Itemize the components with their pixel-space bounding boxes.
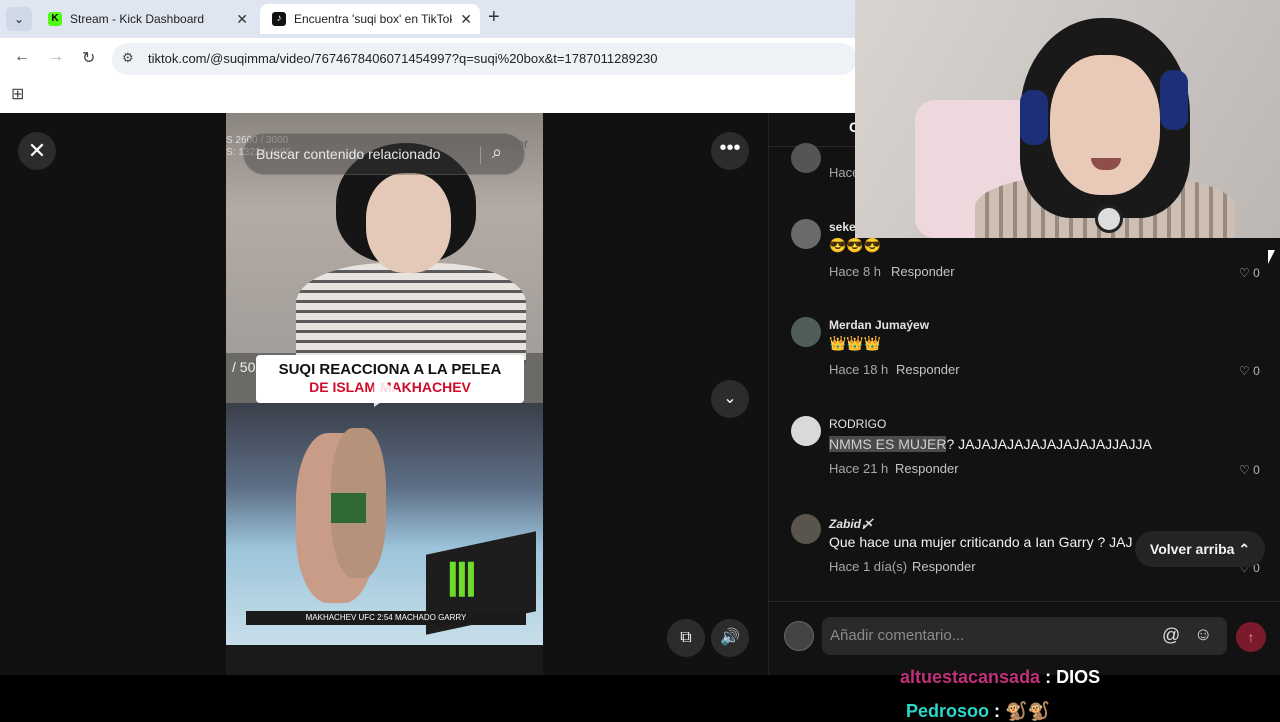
comment-composer[interactable]: Añadir comentario... @ ☺ <box>822 617 1227 655</box>
like-count: 0 <box>1253 463 1260 477</box>
forward-icon[interactable]: → <box>48 48 64 66</box>
comment-author[interactable]: RODRIGO <box>829 417 886 431</box>
nav-bar: ← → ↻ ⚙ tiktok.com/@suqimma/video/767467… <box>0 38 857 80</box>
mouse-cursor-icon <box>1268 250 1275 264</box>
kick-icon: K <box>48 12 62 26</box>
chat-text: : DIOS <box>1045 667 1101 687</box>
back-to-top-label: Volver arriba <box>1149 541 1235 557</box>
url-text[interactable]: tiktok.com/@suqimma/video/76746784060714… <box>148 51 658 66</box>
apps-grid-icon[interactable]: ⊞ <box>11 84 24 104</box>
reload-icon[interactable]: ↻ <box>82 48 95 68</box>
avatar[interactable] <box>791 514 821 544</box>
like-button[interactable]: ♡ 0 <box>1239 364 1260 378</box>
comment-item: Merdan Jumaýew 👑👑👑 Hace 18 h Responder ♡… <box>769 317 1280 407</box>
new-tab-button[interactable]: + <box>488 6 500 29</box>
site-info-icon[interactable]: ⚙ <box>122 50 134 66</box>
volume-icon[interactable]: 🔊 <box>711 619 749 657</box>
tab-title: Stream - Kick Dashboard <box>70 12 205 26</box>
overlay-count: / 50 <box>232 359 256 375</box>
comment-text: NMMS ES MUJER? JAJAJAJAJAJAJAJAJAJJAJJA <box>829 436 1152 452</box>
chat-message: Pedrosoo : 🐒🐒 <box>906 701 1050 722</box>
comment-text-rest: ? JAJAJAJAJAJAJAJAJAJJAJJA <box>946 436 1152 452</box>
overlay-text: no tor <box>495 136 529 151</box>
reply-button[interactable]: Responder <box>895 461 959 476</box>
reply-button[interactable]: Responder <box>891 264 955 279</box>
like-count: 0 <box>1253 364 1260 378</box>
browser-chrome: ⌄ K Stream - Kick Dashboard ✕ ♪ Encuentr… <box>0 0 857 113</box>
comment-time: Hace 18 h <box>829 362 889 377</box>
like-button[interactable]: ♡ 0 <box>1239 266 1260 280</box>
tab-strip: ⌄ K Stream - Kick Dashboard ✕ ♪ Encuentr… <box>0 0 855 38</box>
chat-username: Pedrosoo <box>906 701 990 721</box>
comment-text: Que hace una mujer criticando a Ian Garr… <box>829 534 1133 550</box>
pip-icon[interactable]: ⧉ <box>667 619 705 657</box>
tab-tiktok[interactable]: ♪ Encuentra 'suqi box' en TikTok | ✕ <box>260 4 480 34</box>
divider <box>769 601 1280 602</box>
tab-title: Encuentra 'suqi box' en TikTok | <box>294 12 452 26</box>
headphones-icon <box>1160 70 1188 130</box>
search-input[interactable]: Buscar contenido relacionado <box>256 146 440 162</box>
avatar[interactable] <box>791 416 821 446</box>
fighter-shorts <box>331 493 366 523</box>
chat-message: altuestacansada : DIOS <box>900 667 1100 688</box>
play-icon[interactable] <box>374 375 398 407</box>
chevron-down-icon[interactable]: ⌄ <box>711 380 749 418</box>
tiktok-icon: ♪ <box>272 12 286 26</box>
tab-kick-dashboard[interactable]: K Stream - Kick Dashboard ✕ <box>36 4 256 34</box>
comment-text: 👑👑👑 <box>829 335 882 351</box>
stream-chat-overlay: altuestacansada : DIOS Pedrosoo : 🐒🐒 <box>0 667 1280 722</box>
comment-item: RODRIGO NMMS ES MUJER? JAJAJAJAJAJAJAJAJ… <box>769 416 1280 506</box>
comment-author[interactable]: seke <box>829 220 856 234</box>
avatar[interactable] <box>791 317 821 347</box>
like-button[interactable]: ♡ 0 <box>1239 463 1260 477</box>
bookmarks-bar: ⊞ <box>0 80 855 113</box>
next-video-preview <box>226 645 543 675</box>
close-tab-icon[interactable]: ✕ <box>236 4 248 34</box>
address-bar[interactable]: ⚙ tiktok.com/@suqimma/video/767467840607… <box>112 43 857 75</box>
comment-text: 😎😎😎 <box>829 237 882 253</box>
comment-author[interactable]: Zabid〆 <box>829 515 873 532</box>
video-player[interactable]: S 2600 / 3000 S: 13224 4995 Ⅲ MAKHACHEV … <box>226 113 543 645</box>
chat-username: altuestacansada <box>900 667 1041 687</box>
headphones-icon <box>1020 90 1048 145</box>
close-tab-icon[interactable]: ✕ <box>460 4 472 34</box>
scoreboard: MAKHACHEV UFC 2:54 MACHADO GARRY <box>246 611 526 625</box>
comment-time: Hace 8 h <box>829 264 882 279</box>
microphone-icon <box>1095 205 1123 233</box>
tab-search-button[interactable]: ⌄ <box>6 7 32 31</box>
send-button[interactable]: ↑ <box>1236 622 1266 652</box>
selected-text: NMMS ES MUJER <box>829 436 947 452</box>
back-icon[interactable]: ← <box>14 48 30 66</box>
comment-time: Hace 21 h <box>829 461 889 476</box>
webcam-overlay <box>855 0 1280 238</box>
close-icon[interactable]: ✕ <box>18 132 56 170</box>
chat-text: : 🐒🐒 <box>994 701 1050 721</box>
avatar[interactable] <box>791 219 821 249</box>
reply-button[interactable]: Responder <box>896 362 960 377</box>
divider <box>480 146 481 164</box>
streamer-face <box>366 173 451 273</box>
mention-icon[interactable]: @ <box>1162 625 1180 646</box>
back-to-top-button[interactable]: Volver arriba ⌃ <box>1135 531 1265 567</box>
comment-input[interactable]: Añadir comentario... <box>830 627 964 644</box>
avatar[interactable] <box>791 143 821 173</box>
comment-time: Hace 1 día(s) <box>829 559 908 574</box>
double-chevron-up-icon: ⌃ <box>1238 541 1251 557</box>
monster-logo: Ⅲ <box>446 554 478 606</box>
emoji-icon[interactable]: ☺ <box>1194 624 1212 645</box>
like-count: 0 <box>1253 266 1260 280</box>
comment-author[interactable]: Merdan Jumaýew <box>829 318 929 332</box>
reply-button[interactable]: Responder <box>912 559 976 574</box>
streamer-face <box>1050 55 1160 195</box>
avatar <box>784 621 814 651</box>
streamer-shirt <box>296 263 526 363</box>
related-search-bar[interactable]: Buscar contenido relacionado ⌕ <box>243 133 525 175</box>
more-options-icon[interactable]: ••• <box>711 132 749 170</box>
